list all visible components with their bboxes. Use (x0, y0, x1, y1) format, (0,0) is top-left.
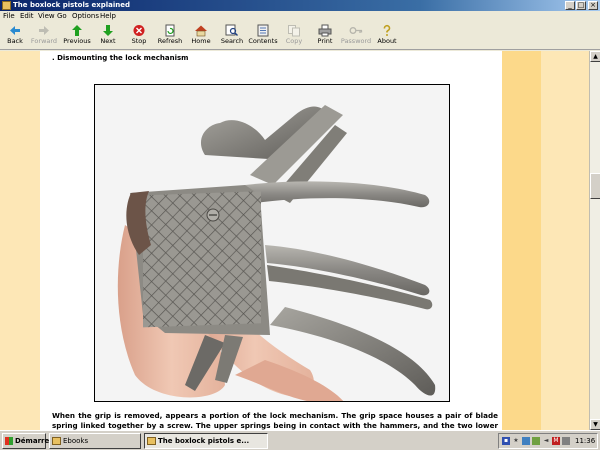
search-icon (225, 24, 239, 37)
copy-icon (287, 24, 301, 37)
lock-mechanism-photo (94, 84, 450, 402)
refresh-icon (163, 24, 177, 37)
home-icon (194, 24, 208, 37)
right-margin-band-outer (541, 51, 589, 430)
section-heading: . Dismounting the lock mechanism (52, 54, 189, 62)
close-button[interactable]: × (588, 1, 598, 10)
app-window: The boxlock pistols explained _ □ × File… (0, 0, 600, 450)
menu-file[interactable]: File (3, 11, 15, 22)
monitor-icon[interactable] (522, 437, 530, 445)
left-margin-band (0, 51, 40, 430)
start-button[interactable]: Démarrer (2, 433, 53, 449)
star-icon[interactable]: ★ (512, 437, 520, 445)
task-ebooks[interactable]: Ebooks (49, 433, 141, 449)
minimize-button[interactable]: _ (565, 1, 575, 10)
right-margin-band (502, 51, 541, 430)
app-m-icon[interactable]: M (552, 437, 560, 445)
device-icon[interactable] (562, 437, 570, 445)
menu-bar: File Edit View Go Options Help (0, 11, 600, 22)
taskbar: Démarrer Ebooks The boxlock pistols e...… (0, 430, 600, 450)
window-title: The boxlock pistols explained (13, 1, 131, 9)
clock: 11:36 (575, 437, 596, 445)
system-tray: ▪ ★ ◄ M 11:36 (498, 433, 598, 449)
body-paragraph: When the grip is removed, appears a port… (52, 411, 498, 430)
document-view[interactable]: . Dismounting the lock mechanism When th… (0, 51, 589, 430)
network-icon[interactable]: ▪ (502, 437, 510, 445)
app-icon (2, 1, 11, 10)
forward-arrow-icon (37, 24, 51, 37)
menu-go[interactable]: Go (57, 11, 67, 22)
toolbar: Back Forward Previous Next Stop Refresh … (0, 22, 600, 50)
about-icon (380, 24, 394, 37)
maximize-button[interactable]: □ (576, 1, 586, 10)
about-button[interactable]: About (368, 24, 406, 49)
scroll-up-button[interactable]: ▲ (590, 51, 600, 62)
title-bar: The boxlock pistols explained _ □ × (0, 0, 600, 11)
menu-options[interactable]: Options (72, 11, 99, 22)
vertical-scrollbar[interactable]: ▲ ▼ (589, 51, 600, 430)
menu-edit[interactable]: Edit (20, 11, 34, 22)
menu-view[interactable]: View (38, 11, 55, 22)
key-icon (349, 24, 363, 37)
contents-icon (256, 24, 270, 37)
shield-icon[interactable] (532, 437, 540, 445)
scroll-thumb[interactable] (590, 173, 600, 199)
task-boxlock-pistols[interactable]: The boxlock pistols e... (144, 433, 268, 449)
back-arrow-icon (8, 24, 22, 37)
up-arrow-icon (70, 24, 84, 37)
stop-icon (132, 24, 146, 37)
menu-help[interactable]: Help (100, 11, 116, 22)
folder-icon (52, 437, 61, 445)
scroll-down-button[interactable]: ▼ (590, 419, 600, 430)
book-icon (147, 437, 156, 445)
speaker-icon[interactable]: ◄ (542, 437, 550, 445)
down-arrow-icon (101, 24, 115, 37)
print-icon (318, 24, 332, 37)
windows-flag-icon (5, 437, 13, 445)
